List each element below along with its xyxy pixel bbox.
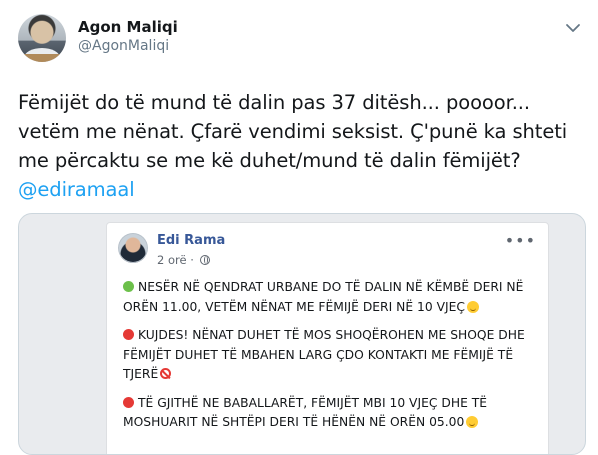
sweat-smile-emoji-icon (466, 416, 479, 428)
author-names: Agon Maliqi @AgonMaliqi (78, 17, 178, 56)
mention-link[interactable]: @ediramaal (18, 178, 135, 201)
red-circle-icon (123, 396, 134, 408)
fb-author-avatar[interactable] (118, 233, 148, 263)
fb-author-name[interactable]: Edi Rama (157, 233, 225, 248)
green-circle-icon (123, 281, 134, 292)
facebook-post: Edi Rama 2 orë · ••• NESËR NË QENDRAT UR… (106, 222, 549, 454)
fb-paragraph-2: KUJDES! NËNAT DUHET TË MOS SHOQËROHEN ME… (123, 326, 537, 385)
author-avatar[interactable] (18, 14, 66, 62)
more-dots-icon[interactable]: ••• (505, 231, 536, 250)
fb-paragraph-3: TË GJITHË NE BABALLARËT, FËMIJËT MBI 10 … (123, 394, 537, 433)
smile-emoji-icon (466, 300, 479, 313)
red-circle-icon (123, 329, 134, 340)
fb-paragraph-text: NESËR NË QENDRAT URBANE DO TË DALIN NË K… (123, 280, 524, 314)
fb-time-label: 2 orë · (157, 253, 194, 267)
avatar-desk (18, 54, 66, 62)
tweet-header: Agon Maliqi @AgonMaliqi (18, 14, 584, 62)
fb-paragraph-text: KUJDES! NËNAT DUHET TË MOS SHOQËROHEN ME… (123, 328, 525, 381)
fb-paragraph-1: NESËR NË QENDRAT URBANE DO TË DALIN NË K… (123, 278, 537, 317)
author-handle[interactable]: @AgonMaliqi (78, 37, 178, 56)
tweet-text: Fëmijët do të mund të dalin pas 37 ditës… (18, 91, 568, 172)
chevron-down-icon[interactable] (562, 20, 584, 36)
fb-post-body: NESËR NË QENDRAT URBANE DO TË DALIN NË K… (123, 278, 537, 442)
fb-post-time: 2 orë · (157, 253, 210, 267)
tweet-body: Fëmijët do të mund të dalin pas 37 ditës… (18, 88, 584, 204)
author-display-name[interactable]: Agon Maliqi (78, 17, 178, 37)
prohibited-icon (160, 368, 172, 379)
fb-paragraph-text: TË GJITHË NE BABALLARËT, FËMIJËT MBI 10 … (123, 395, 488, 430)
embedded-image-card[interactable]: Edi Rama 2 orë · ••• NESËR NË QENDRAT UR… (18, 213, 586, 455)
globe-icon (199, 255, 210, 265)
